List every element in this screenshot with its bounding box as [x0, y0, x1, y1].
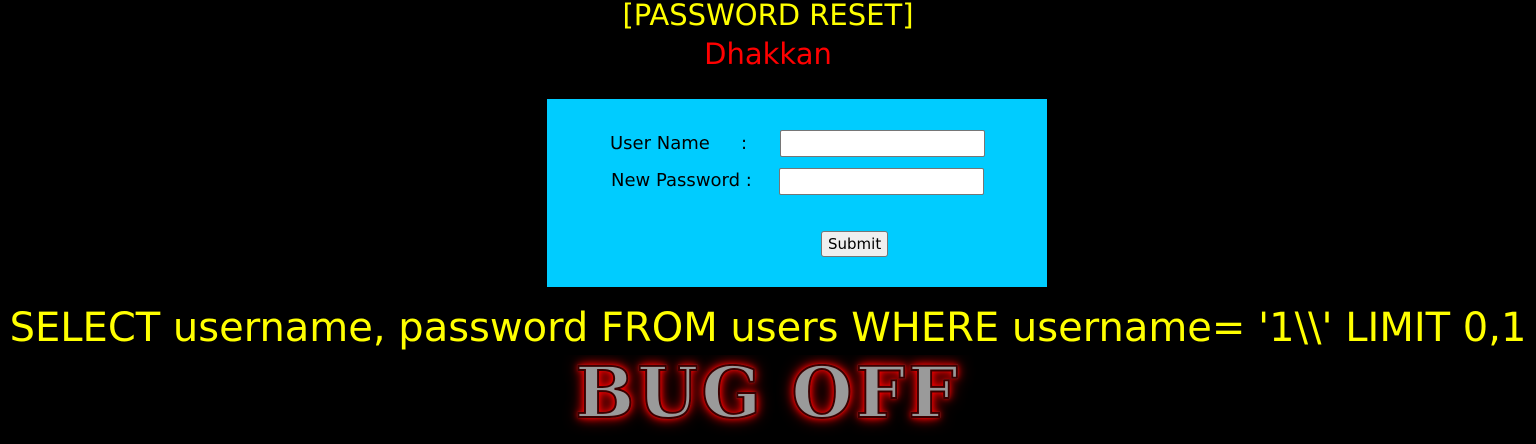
password-reset-form: User Name : New Password : Submit: [547, 99, 1047, 287]
new-password-input[interactable]: [779, 168, 984, 195]
logo-text: BUG OFF: [0, 355, 1536, 432]
bug-off-logo: BUG OFF: [0, 355, 1536, 444]
username-label-colon: :: [741, 133, 748, 154]
page-subtitle: Dhakkan: [704, 37, 832, 71]
submit-button[interactable]: Submit: [821, 231, 889, 257]
page: [PASSWORD RESET] Dhakkan User Name : New…: [0, 0, 1536, 444]
sql-query-text: SELECT username, password FROM users WHE…: [9, 305, 1527, 351]
username-input[interactable]: [780, 130, 985, 157]
new-password-label: New Password :: [611, 170, 752, 191]
page-title: [PASSWORD RESET]: [622, 0, 914, 32]
username-label: User Name: [610, 133, 710, 154]
